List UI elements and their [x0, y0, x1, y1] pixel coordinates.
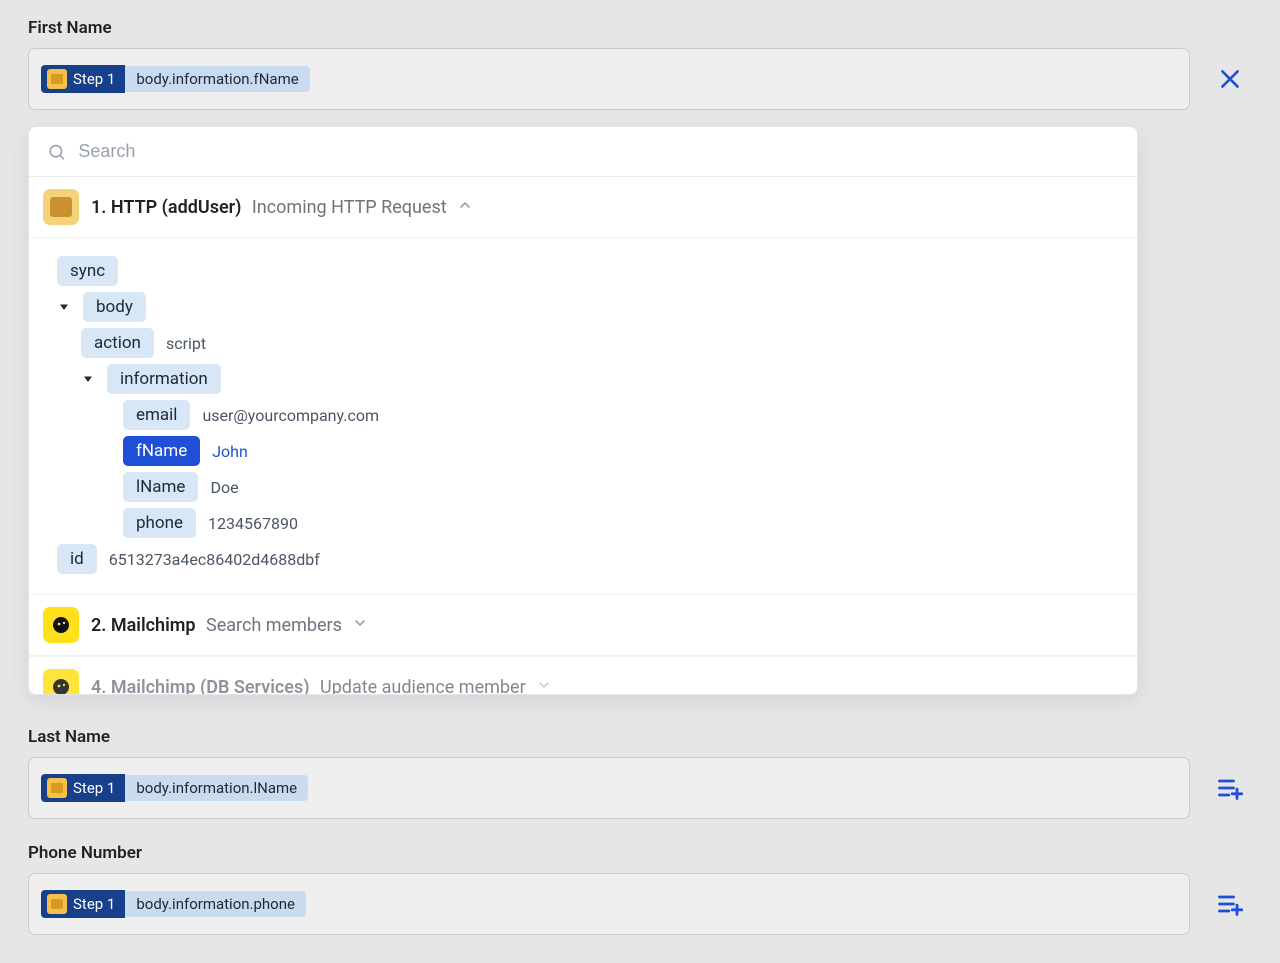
close-button[interactable] — [1208, 66, 1252, 92]
path-chip-first-name[interactable]: body.information.fName — [125, 66, 309, 92]
sample-fname: John — [212, 442, 248, 461]
http-step-icon — [43, 189, 79, 225]
step-chip-phone[interactable]: Step 1 — [41, 890, 125, 918]
step-row-http[interactable]: 1. HTTP (addUser) Incoming HTTP Request — [29, 177, 1137, 238]
chevron-up-icon[interactable] — [457, 197, 473, 218]
tag-sync[interactable]: sync — [57, 256, 118, 286]
first-name-input[interactable]: Step 1 body.information.fName — [28, 48, 1190, 110]
step-chip-last-name[interactable]: Step 1 — [41, 774, 125, 802]
step-row-mailchimp-search[interactable]: 2. Mailchimp Search members — [29, 594, 1137, 656]
tag-information[interactable]: information — [107, 364, 221, 394]
tag-fname[interactable]: fName — [123, 436, 200, 466]
expand-field-button[interactable] — [1208, 774, 1252, 802]
phone-input[interactable]: Step 1 body.information.phone — [28, 873, 1190, 935]
tag-phone[interactable]: phone — [123, 508, 196, 538]
mailchimp-icon — [43, 607, 79, 643]
tag-body[interactable]: body — [83, 292, 146, 322]
sample-id: 6513273a4ec86402d4688dbf — [109, 550, 320, 569]
field-first-name: First Name Step 1 body.information.fName — [28, 18, 1252, 695]
field-last-name: Last Name Step 1 body.information.lName — [28, 727, 1252, 819]
tag-id[interactable]: id — [57, 544, 97, 574]
expand-field-button[interactable] — [1208, 890, 1252, 918]
field-label-last-name: Last Name — [28, 727, 1252, 747]
http-icon — [47, 778, 67, 798]
path-chip-last-name[interactable]: body.information.lName — [125, 775, 308, 801]
http-icon — [47, 69, 67, 89]
dropdown-caret — [579, 126, 603, 129]
step-chip-first-name[interactable]: Step 1 — [41, 65, 125, 93]
dropdown-search[interactable] — [29, 127, 1137, 177]
tag-lname[interactable]: lName — [123, 472, 198, 502]
caret-information[interactable] — [81, 373, 95, 385]
sample-phone: 1234567890 — [208, 514, 298, 533]
chevron-down-icon[interactable] — [352, 615, 368, 636]
variable-picker-dropdown: 1. HTTP (addUser) Incoming HTTP Request … — [28, 126, 1138, 695]
mailchimp-icon — [43, 669, 79, 695]
sample-action: script — [166, 334, 206, 353]
http-icon — [47, 894, 67, 914]
sample-lname: Doe — [210, 478, 238, 497]
field-label-phone: Phone Number — [28, 843, 1252, 863]
chevron-down-icon[interactable] — [536, 677, 552, 696]
field-label-first-name: First Name — [28, 18, 1252, 38]
tag-action[interactable]: action — [81, 328, 154, 358]
caret-body[interactable] — [57, 301, 71, 313]
search-input[interactable] — [78, 141, 1119, 162]
search-icon — [47, 142, 66, 162]
step-row-mailchimp-update[interactable]: 4. Mailchimp (DB Services) Update audien… — [29, 656, 1137, 695]
variable-tree: sync body action script information emai… — [29, 238, 1137, 594]
tag-email[interactable]: email — [123, 400, 190, 430]
path-chip-phone[interactable]: body.information.phone — [125, 891, 306, 917]
field-phone: Phone Number Step 1 body.information.pho… — [28, 843, 1252, 935]
sample-email: user@yourcompany.com — [202, 406, 379, 425]
last-name-input[interactable]: Step 1 body.information.lName — [28, 757, 1190, 819]
